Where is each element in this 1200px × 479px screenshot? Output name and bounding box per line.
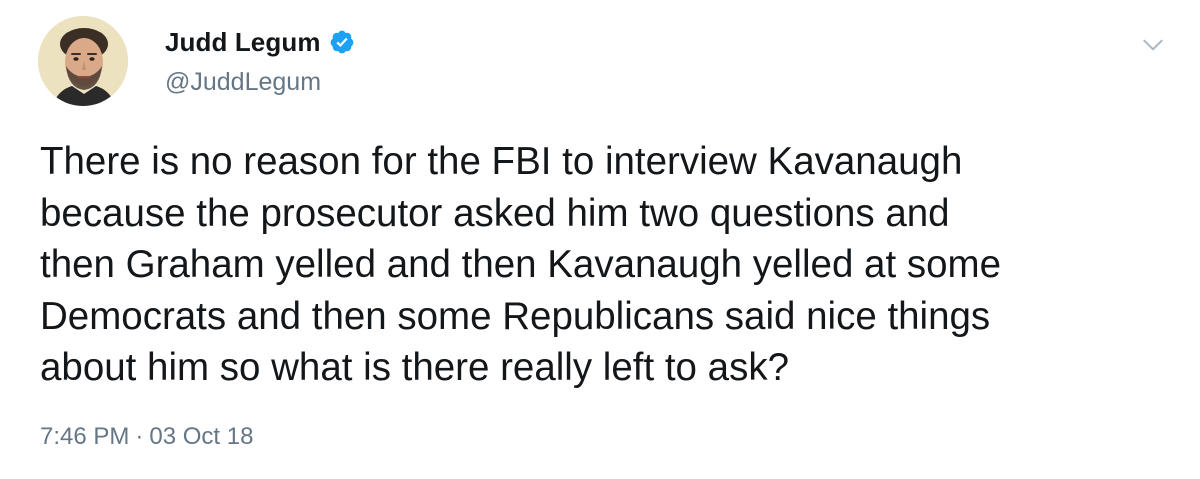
chevron-down-icon[interactable] — [1140, 32, 1166, 58]
avatar[interactable] — [38, 16, 128, 106]
tweet-date: 03 Oct 18 — [149, 423, 254, 450]
author-name-row: Judd Legum — [165, 25, 355, 59]
avatar-image — [38, 16, 128, 106]
tweet-timestamp[interactable]: 7:46 PM · 03 Oct 18 — [40, 421, 253, 453]
timestamp-separator: · — [135, 423, 144, 450]
tweet-time: 7:46 PM — [40, 423, 130, 450]
author-display-name[interactable]: Judd Legum — [165, 25, 321, 59]
tweet-card: Judd Legum @JuddLegum There is no reason… — [0, 0, 1200, 479]
verified-badge-icon — [329, 29, 355, 55]
author-handle[interactable]: @JuddLegum — [165, 66, 321, 98]
tweet-text: There is no reason for the FBI to interv… — [40, 140, 1001, 389]
